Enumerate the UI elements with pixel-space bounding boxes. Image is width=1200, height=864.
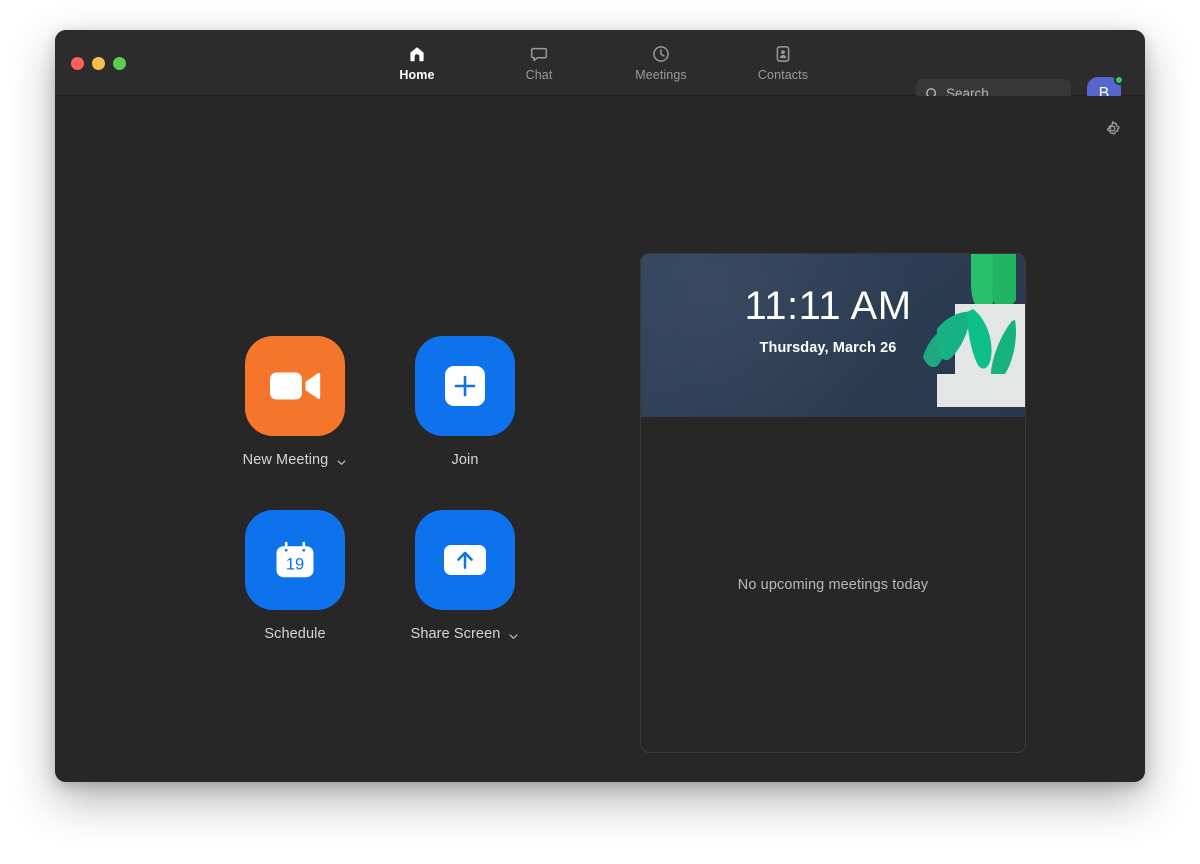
home-content: New Meeting xyxy=(55,96,1145,782)
tab-meetings[interactable]: Meetings xyxy=(620,37,702,89)
action-label: Schedule xyxy=(264,627,325,642)
video-camera-icon xyxy=(269,367,321,405)
no-meetings-empty-state: No upcoming meetings today xyxy=(641,417,1025,752)
zoom-app-window: Home Chat Meetings xyxy=(55,30,1145,782)
current-date: Thursday, March 26 xyxy=(641,340,1015,356)
plus-square-icon xyxy=(443,364,487,408)
action-join[interactable]: Join xyxy=(380,336,550,470)
chevron-down-icon[interactable] xyxy=(508,629,519,640)
quick-actions-grid: New Meeting xyxy=(210,336,590,644)
chevron-down-icon[interactable] xyxy=(336,455,347,466)
tab-contacts[interactable]: Contacts xyxy=(742,37,824,89)
upcoming-meetings-panel: 11:11 AM Thursday, March 26 No upcoming … xyxy=(640,253,1026,753)
no-meetings-text: No upcoming meetings today xyxy=(738,577,928,593)
schedule-label-row: Schedule xyxy=(264,624,325,644)
schedule-tile[interactable]: 19 xyxy=(245,510,345,610)
tab-home[interactable]: Home xyxy=(376,37,458,89)
clock-card: 11:11 AM Thursday, March 26 xyxy=(641,254,1025,417)
chat-icon xyxy=(529,44,549,64)
contact-card-icon xyxy=(773,44,793,64)
tab-contacts-label: Contacts xyxy=(758,69,808,82)
new-meeting-label-row: New Meeting xyxy=(243,450,348,470)
action-label: Share Screen xyxy=(411,627,501,642)
share-screen-label-row: Share Screen xyxy=(411,624,520,644)
action-share-screen[interactable]: Share Screen xyxy=(380,510,550,644)
join-label-row: Join xyxy=(452,450,479,470)
tab-chat-label: Chat xyxy=(526,69,553,82)
share-screen-arrow-icon xyxy=(442,543,488,577)
current-time: 11:11 AM xyxy=(641,284,1015,329)
clock-icon xyxy=(651,44,671,64)
svg-text:19: 19 xyxy=(286,556,304,574)
share-screen-tile[interactable] xyxy=(415,510,515,610)
gear-icon xyxy=(1104,120,1121,137)
settings-button[interactable] xyxy=(1100,116,1124,140)
action-label: Join xyxy=(452,453,479,468)
clock-text: 11:11 AM Thursday, March 26 xyxy=(641,284,1025,356)
join-tile[interactable] xyxy=(415,336,515,436)
calendar-icon: 19 xyxy=(272,537,318,583)
action-schedule[interactable]: 19 Schedule xyxy=(210,510,380,644)
new-meeting-tile[interactable] xyxy=(245,336,345,436)
tab-meetings-label: Meetings xyxy=(635,69,687,82)
home-icon xyxy=(407,44,427,64)
action-new-meeting[interactable]: New Meeting xyxy=(210,336,380,470)
tab-home-label: Home xyxy=(399,69,434,82)
action-label: New Meeting xyxy=(243,453,329,468)
presence-status-dot xyxy=(1114,75,1124,85)
titlebar: Home Chat Meetings xyxy=(55,30,1145,96)
tab-chat[interactable]: Chat xyxy=(498,37,580,89)
